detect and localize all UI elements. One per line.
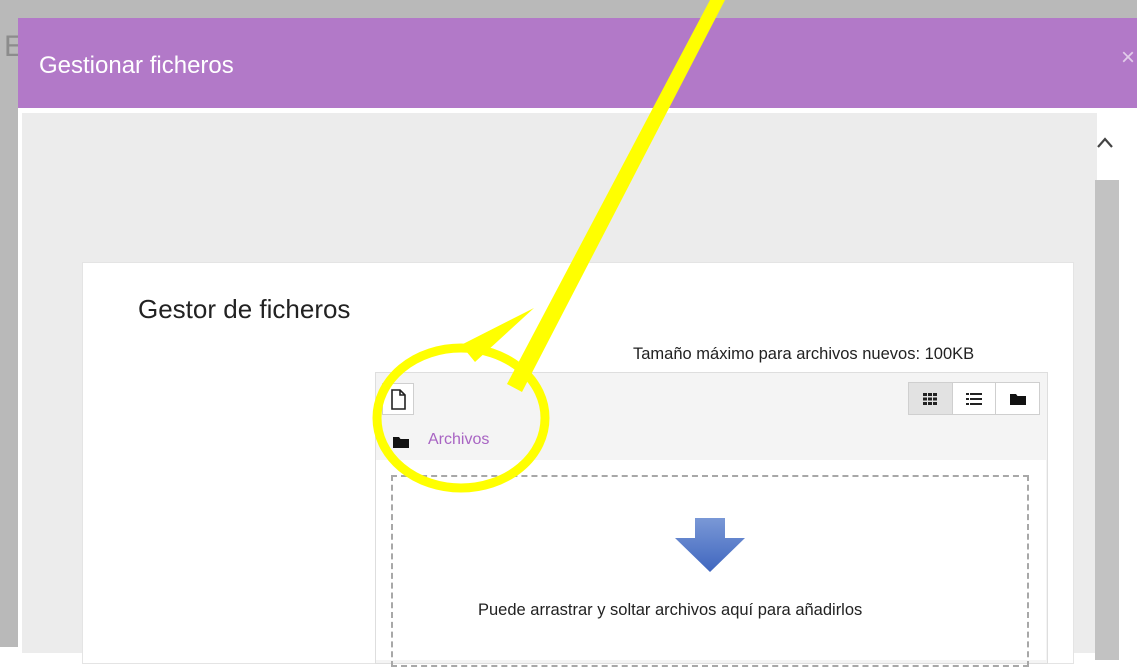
dialog-header: Gestionar ficheros × (18, 18, 1137, 108)
drop-instructions: Puede arrastrar y soltar archivos aquí p… (478, 601, 863, 619)
list-view-icon (966, 392, 982, 405)
section-title: Gestor de ficheros (138, 294, 351, 324)
grid-view-button[interactable] (909, 383, 952, 414)
scroll-up-icon[interactable] (1096, 133, 1114, 156)
max-size-label: Tamaño máximo para archivos nuevos: 100K… (633, 345, 975, 363)
close-icon[interactable]: × (1121, 44, 1135, 72)
view-switcher (908, 382, 1040, 415)
dialog-title: Gestionar ficheros (39, 52, 234, 79)
folder-view-icon (1009, 393, 1026, 405)
file-icon (391, 389, 406, 410)
folder-icon (393, 437, 409, 448)
grid-view-icon (923, 392, 938, 405)
arrow-down-icon (675, 518, 745, 572)
breadcrumb-files-link[interactable]: Archivos (428, 431, 489, 449)
list-view-button[interactable] (951, 383, 996, 414)
add-file-button[interactable] (382, 383, 414, 415)
folder-view-button[interactable] (995, 383, 1039, 414)
scrollbar[interactable] (1095, 180, 1119, 660)
